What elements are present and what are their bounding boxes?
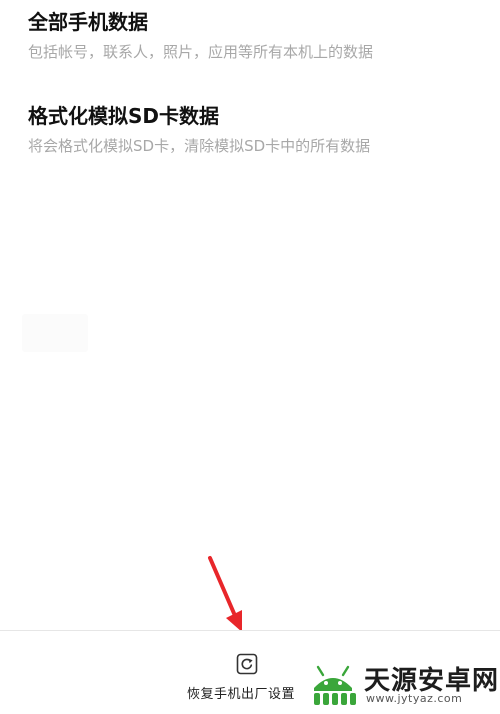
site-watermark: 天源安卓网 www.jytyaz.com bbox=[306, 658, 498, 708]
annotation-arrow bbox=[208, 556, 242, 632]
android-logo-icon bbox=[314, 665, 356, 705]
watermark-url: www.jytyaz.com bbox=[366, 692, 463, 705]
all-phone-data-option[interactable]: 全部手机数据 包括帐号，联系人，照片，应用等所有本机上的数据 bbox=[28, 10, 468, 62]
factory-reset-button[interactable]: 恢复手机出厂设置 bbox=[180, 631, 312, 714]
factory-reset-screen: 全部手机数据 包括帐号，联系人，照片，应用等所有本机上的数据 格式化模拟SD卡数… bbox=[0, 0, 500, 714]
faded-placeholder bbox=[22, 314, 88, 352]
factory-reset-label: 恢复手机出厂设置 bbox=[187, 687, 296, 702]
format-sd-description: 将会格式化模拟SD卡，清除模拟SD卡中的所有数据 bbox=[28, 137, 371, 155]
restore-icon bbox=[236, 653, 258, 675]
format-sd-option[interactable]: 格式化模拟SD卡数据 将会格式化模拟SD卡，清除模拟SD卡中的所有数据 bbox=[28, 104, 468, 156]
all-phone-data-title: 全部手机数据 bbox=[28, 10, 148, 34]
format-sd-title: 格式化模拟SD卡数据 bbox=[28, 104, 220, 128]
all-phone-data-description: 包括帐号，联系人，照片，应用等所有本机上的数据 bbox=[28, 43, 374, 61]
